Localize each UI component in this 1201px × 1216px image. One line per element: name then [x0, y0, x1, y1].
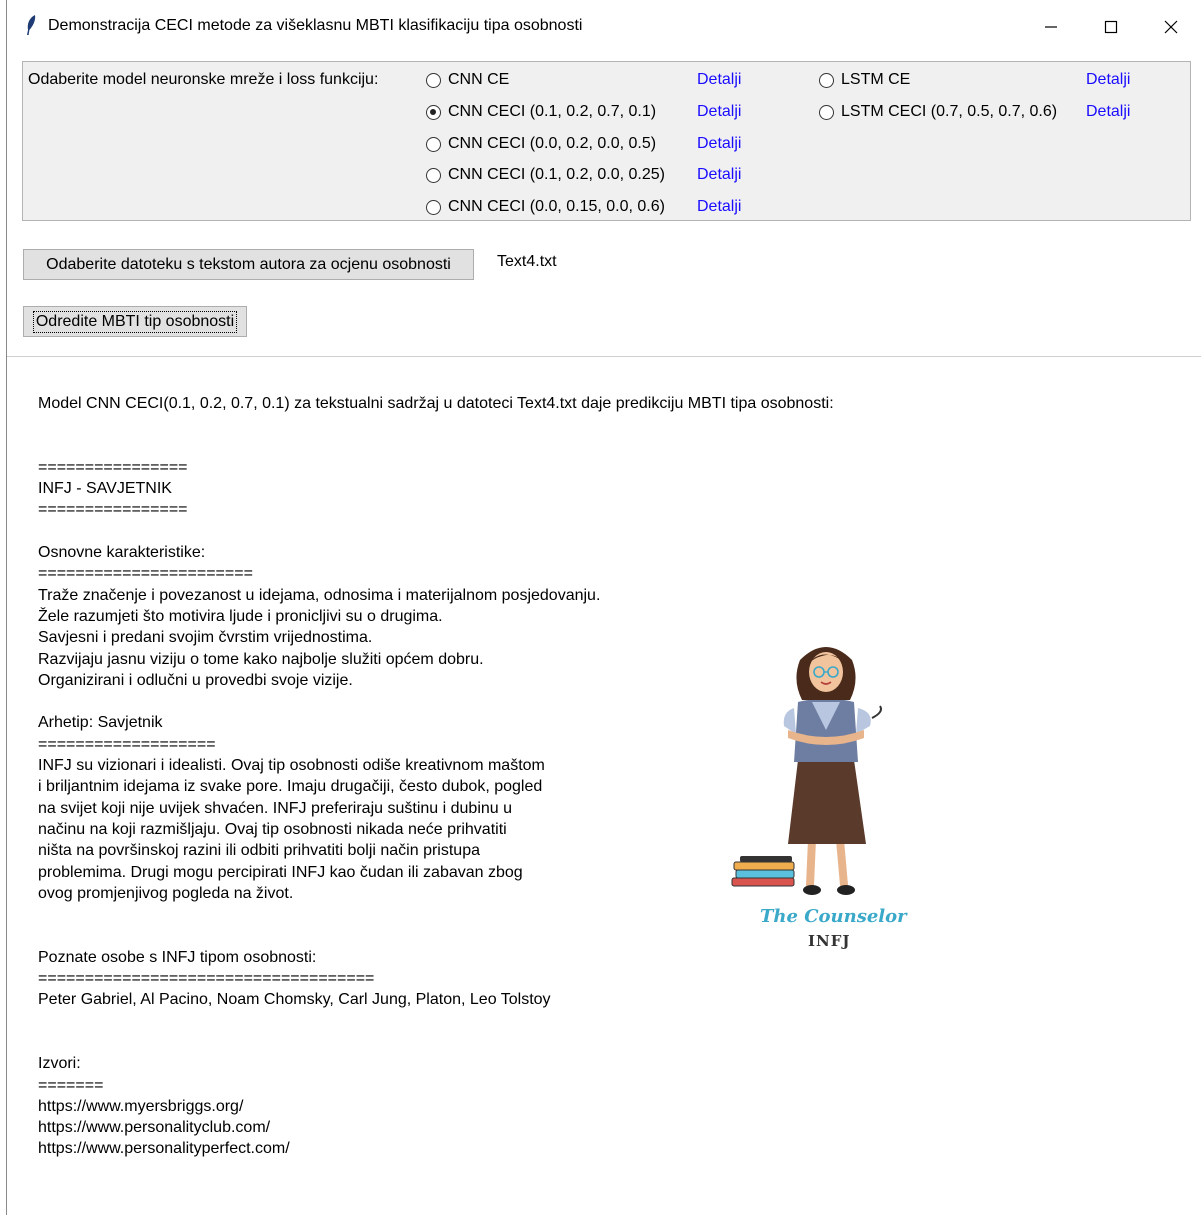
- model-frame-label: Odaberite model neuronske mreže i loss f…: [28, 71, 379, 88]
- choose-file-button[interactable]: Odaberite datoteku s tekstom autora za o…: [23, 249, 474, 280]
- radio-indicator: [426, 72, 441, 88]
- choose-file-button-label: Odaberite datoteku s tekstom autora za o…: [46, 255, 451, 273]
- result-line: Traže značenje i povezanost u idejama, o…: [38, 586, 601, 604]
- radio-label: CNN CECI (0.0, 0.2, 0.0, 0.5): [448, 135, 657, 152]
- result-line: [38, 1032, 918, 1053]
- maximize-button[interactable]: [1083, 8, 1139, 46]
- details-link-lstm-ce[interactable]: Detalji: [1086, 68, 1130, 92]
- result-line: Peter Gabriel, Al Pacino, Noam Chomsky, …: [38, 991, 551, 1009]
- details-link-lstm-ceci[interactable]: Detalji: [1086, 100, 1130, 124]
- close-button[interactable]: [1143, 8, 1199, 46]
- radio-cnn-ceci-1[interactable]: CNN CECI (0.1, 0.2, 0.7, 0.1): [426, 100, 656, 124]
- minimize-button[interactable]: [1023, 8, 1079, 46]
- radio-cnn-ce[interactable]: CNN CE: [426, 68, 509, 92]
- result-line: [38, 414, 918, 435]
- radio-indicator: [819, 104, 834, 120]
- result-line: [38, 521, 918, 542]
- radio-label: LSTM CE: [841, 71, 911, 88]
- radio-indicator: [426, 199, 441, 215]
- model-selection-frame: Odaberite model neuronske mreže i loss f…: [22, 61, 1191, 221]
- determine-type-button-label: Odredite MBTI tip osobnosti: [32, 310, 238, 333]
- result-line: Osnovne karakteristike:: [38, 544, 206, 562]
- radio-label: LSTM CECI (0.7, 0.5, 0.7, 0.6): [841, 103, 1058, 120]
- details-link-cnn-ce[interactable]: Detalji: [697, 68, 741, 92]
- result-line: https://www.personalityclub.com/: [38, 1119, 271, 1137]
- result-line: ====================================: [38, 970, 375, 988]
- details-link-cnn-ceci-1[interactable]: Detalji: [697, 100, 741, 124]
- result-line: [38, 1011, 918, 1032]
- radio-lstm-ceci[interactable]: LSTM CECI (0.7, 0.5, 0.7, 0.6): [819, 100, 1057, 124]
- maximize-icon: [1104, 20, 1118, 34]
- result-line: =======: [38, 1076, 104, 1094]
- result-line: Izvori:: [38, 1055, 81, 1073]
- radio-label: CNN CE: [448, 71, 510, 88]
- illustration-caption: The Counselor: [760, 906, 907, 927]
- result-line: Model CNN CECI(0.1, 0.2, 0.7, 0.1) za te…: [38, 395, 834, 412]
- radio-indicator: [426, 104, 441, 120]
- result-line: https://www.myersbriggs.org/: [38, 1097, 244, 1115]
- feather-icon: [27, 15, 36, 35]
- radio-cnn-ceci-2[interactable]: CNN CECI (0.0, 0.2, 0.0, 0.5): [426, 132, 656, 156]
- radio-indicator: [426, 167, 441, 183]
- details-link-cnn-ceci-4[interactable]: Detalji: [697, 195, 741, 219]
- result-line: ================: [38, 458, 188, 476]
- minimize-icon: [1045, 26, 1057, 28]
- details-link-cnn-ceci-3[interactable]: Detalji: [697, 163, 741, 187]
- radio-label: CNN CECI (0.1, 0.2, 0.0, 0.25): [448, 166, 665, 183]
- close-icon: [1164, 20, 1178, 34]
- radio-label: CNN CECI (0.0, 0.15, 0.0, 0.6): [448, 198, 665, 215]
- result-line: https://www.personalityperfect.com/: [38, 1140, 290, 1158]
- illustration-type-label: INFJ: [808, 932, 851, 950]
- determine-type-button[interactable]: Odredite MBTI tip osobnosti: [23, 306, 247, 337]
- result-line: ================: [38, 501, 188, 519]
- result-line: =======================: [38, 565, 253, 583]
- radio-cnn-ceci-3[interactable]: CNN CECI (0.1, 0.2, 0.0, 0.25): [426, 163, 665, 187]
- result-line: INFJ - SAVJETNIK: [38, 480, 172, 498]
- radio-label: CNN CECI (0.1, 0.2, 0.7, 0.1): [448, 103, 657, 120]
- radio-indicator: [819, 72, 834, 88]
- radio-lstm-ce[interactable]: LSTM CE: [819, 68, 910, 92]
- window-title: Demonstracija CECI metode za višeklasnu …: [48, 17, 583, 34]
- radio-cnn-ceci-4[interactable]: CNN CECI (0.0, 0.15, 0.0, 0.6): [426, 195, 665, 219]
- title-bar[interactable]: Demonstracija CECI metode za višeklasnu …: [7, 0, 1201, 56]
- selected-file-name: Text4.txt: [497, 253, 557, 270]
- result-line: [38, 436, 918, 457]
- result-line: Žele razumjeti što motivira ljude i pron…: [38, 607, 443, 625]
- details-link-cnn-ceci-2[interactable]: Detalji: [697, 132, 741, 156]
- radio-indicator: [426, 136, 441, 152]
- separator-highlight: [7, 357, 1201, 358]
